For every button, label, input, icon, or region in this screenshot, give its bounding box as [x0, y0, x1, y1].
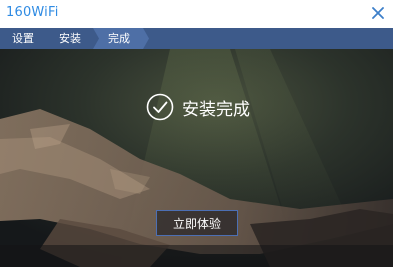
- main-content: 安装完成 立即体验: [0, 49, 393, 267]
- step-settings: 设置: [12, 32, 34, 45]
- try-now-button[interactable]: 立即体验: [156, 210, 238, 236]
- check-circle-icon: [146, 93, 174, 121]
- close-icon[interactable]: [369, 4, 387, 22]
- window-title: 160WiFi: [6, 5, 59, 20]
- title-bar: 160WiFi: [0, 0, 393, 28]
- step-install: 安装: [59, 32, 81, 45]
- installer-window: 160WiFi 设置 安装 完成 安装完成 立即体验: [0, 0, 393, 267]
- status-message: 安装完成: [182, 100, 250, 120]
- step-progress-bar: 设置 安装 完成: [0, 28, 393, 49]
- step-complete: 完成: [108, 32, 130, 45]
